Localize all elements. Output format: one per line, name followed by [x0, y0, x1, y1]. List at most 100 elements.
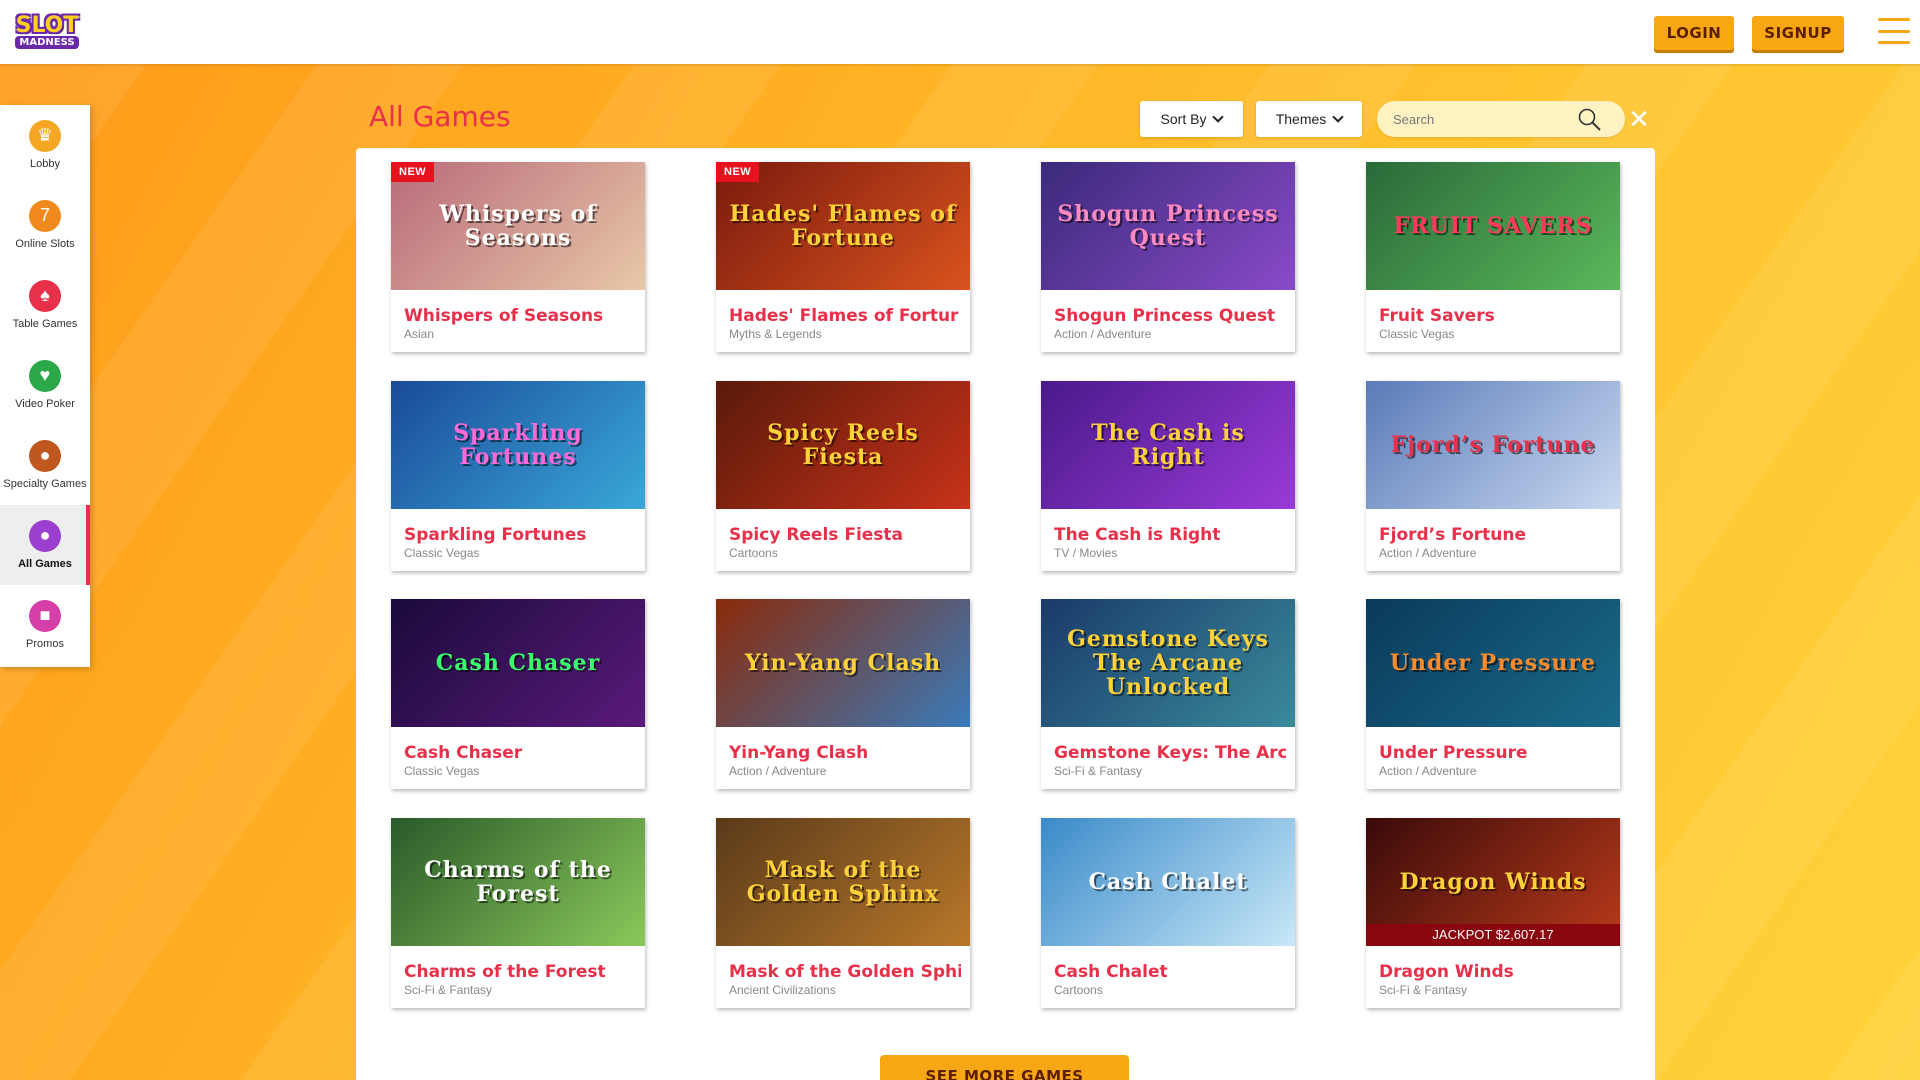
- game-title[interactable]: Whispers of Seasons: [404, 306, 636, 326]
- game-title[interactable]: Cash Chalet: [1054, 962, 1286, 982]
- sort-by-dropdown[interactable]: Sort By: [1140, 101, 1243, 137]
- game-thumbnail[interactable]: Fjord’s Fortune: [1366, 381, 1620, 509]
- bowl-icon: ●: [29, 439, 61, 472]
- game-card[interactable]: Cash Chaser Cash Chaser Classic Vegas: [391, 599, 645, 789]
- sidebar-item-label: Table Games: [12, 317, 78, 330]
- game-thumbnail[interactable]: Hades' Flames of Fortune NEW: [716, 162, 970, 290]
- game-title[interactable]: Charms of the Forest: [404, 962, 636, 982]
- game-card[interactable]: Charms of the Forest Charms of the Forest…: [391, 818, 645, 1008]
- game-card[interactable]: Hades' Flames of Fortune NEW Hades' Flames…: [716, 162, 970, 352]
- themes-label: Themes: [1275, 111, 1327, 127]
- game-category: Action / Adventure: [1379, 546, 1477, 560]
- game-card[interactable]: FRUIT SAVERS Fruit Savers Classic Vegas: [1366, 162, 1620, 352]
- game-card[interactable]: Cash Chalet Cash Chalet Cartoons: [1041, 818, 1295, 1008]
- game-thumbnail[interactable]: Gemstone Keys The Arcane Unlocked: [1041, 599, 1295, 727]
- game-category: Classic Vegas: [404, 546, 480, 560]
- game-card[interactable]: Fjord’s Fortune Fjord’s Fortune Action / A…: [1366, 381, 1620, 571]
- game-category: Classic Vegas: [1379, 327, 1455, 341]
- see-more-games-button[interactable]: SEE MORE GAMES: [880, 1055, 1129, 1080]
- game-thumbnail[interactable]: Spicy Reels Fiesta: [716, 381, 970, 509]
- playing-card-icon: ♥: [29, 359, 61, 392]
- sidebar-item-label: Promos: [26, 637, 64, 650]
- sidebar-item-video-poker[interactable]: ♥ Video Poker: [0, 345, 90, 425]
- sidebar-item-promos[interactable]: ■ Promos: [0, 585, 90, 665]
- game-thumbnail[interactable]: Yin-Yang Clash: [716, 599, 970, 727]
- game-card[interactable]: Spicy Reels Fiesta Spicy Reels Fiesta Cart…: [716, 381, 970, 571]
- game-category: Action / Adventure: [729, 764, 827, 778]
- game-title[interactable]: Gemstone Keys: The Arc: [1054, 743, 1286, 763]
- slot-machine-icon: 7: [29, 199, 61, 232]
- game-thumbnail-title: Charms of the Forest: [424, 857, 612, 907]
- sidebar-item-label: Lobby: [30, 157, 60, 170]
- game-title[interactable]: Under Pressure: [1379, 743, 1611, 763]
- sidebar-item-label: Video Poker: [15, 397, 75, 410]
- game-card[interactable]: Yin-Yang Clash Yin-Yang Clash Action / Adv…: [716, 599, 970, 789]
- game-card[interactable]: Dragon Winds JACKPOT $2,607.17 Dragon Wind…: [1366, 818, 1620, 1008]
- signup-button[interactable]: SIGNUP: [1752, 16, 1844, 50]
- close-icon[interactable]: ✕: [1628, 106, 1650, 132]
- game-thumbnail[interactable]: FRUIT SAVERS: [1366, 162, 1620, 290]
- game-title[interactable]: Shogun Princess Quest: [1054, 306, 1286, 326]
- sidebar-item-label: Specialty Games: [3, 477, 87, 490]
- game-card[interactable]: Shogun Princess Quest Shogun Princess Que…: [1041, 162, 1295, 352]
- gift-icon: ■: [29, 599, 61, 632]
- chevron-down-icon: [1212, 111, 1225, 123]
- sidebar-item-all-games[interactable]: ● All Games: [0, 505, 90, 585]
- sidebar-nav: ♛ Lobby 7 Online Slots ♠ Table Games ♥ Video Po…: [0, 105, 90, 667]
- sidebar-item-lobby[interactable]: ♛ Lobby: [0, 105, 90, 185]
- sidebar-item-online-slots[interactable]: 7 Online Slots: [0, 185, 90, 265]
- themes-dropdown[interactable]: Themes: [1256, 101, 1362, 137]
- game-thumbnail-title: Fjord’s Fortune: [1390, 432, 1596, 458]
- game-card[interactable]: Whispers of Seasons NEW Whispers of Season…: [391, 162, 645, 352]
- game-title[interactable]: Mask of the Golden Sphi: [729, 962, 961, 982]
- slot-madness-logo[interactable]: SLOT MADNESS: [12, 8, 82, 56]
- game-thumbnail[interactable]: Sparkling Fortunes: [391, 381, 645, 509]
- game-thumbnail[interactable]: Dragon Winds JACKPOT $2,607.17: [1366, 818, 1620, 946]
- game-card[interactable]: Under Pressure Under Pressure Action / Adv…: [1366, 599, 1620, 789]
- new-badge: NEW: [391, 162, 435, 182]
- game-title[interactable]: Hades' Flames of Fortur: [729, 306, 961, 326]
- game-card[interactable]: Mask of the Golden Sphinx Mask of the Gol…: [716, 818, 970, 1008]
- sidebar-item-table-games[interactable]: ♠ Table Games: [0, 265, 90, 345]
- game-thumbnail[interactable]: Cash Chalet: [1041, 818, 1295, 946]
- game-thumbnail[interactable]: Mask of the Golden Sphinx: [716, 818, 970, 946]
- game-title[interactable]: Yin-Yang Clash: [729, 743, 961, 763]
- game-title[interactable]: Fruit Savers: [1379, 306, 1611, 326]
- game-category: Ancient Civilizations: [729, 983, 836, 997]
- sort-by-label: Sort By: [1160, 111, 1207, 127]
- game-thumbnail-title: Gemstone Keys The Arcane Unlocked: [1067, 626, 1269, 700]
- hamburger-menu-icon[interactable]: [1878, 18, 1910, 44]
- games-panel: Whispers of Seasons NEW Whispers of Season…: [356, 148, 1655, 1080]
- game-thumbnail-title: Mask of the Golden Sphinx: [746, 857, 940, 907]
- sidebar-item-specialty-games[interactable]: ● Specialty Games: [0, 425, 90, 505]
- game-title[interactable]: Sparkling Fortunes: [404, 525, 636, 545]
- game-thumbnail-title: Spicy Reels Fiesta: [767, 420, 919, 470]
- login-button[interactable]: LOGIN: [1654, 16, 1734, 50]
- game-thumbnail[interactable]: Charms of the Forest: [391, 818, 645, 946]
- game-thumbnail[interactable]: Cash Chaser: [391, 599, 645, 727]
- game-card[interactable]: The Cash is Right The Cash is Right TV / M…: [1041, 381, 1295, 571]
- game-title[interactable]: Spicy Reels Fiesta: [729, 525, 961, 545]
- game-thumbnail-title: Whispers of Seasons: [439, 201, 597, 251]
- chevron-down-icon: [1332, 111, 1344, 123]
- search-icon[interactable]: [1577, 107, 1603, 133]
- logo-text-bottom: MADNESS: [15, 36, 79, 49]
- top-bar: SLOT MADNESS LOGIN SIGNUP: [0, 0, 1920, 64]
- game-thumbnail[interactable]: Whispers of Seasons NEW: [391, 162, 645, 290]
- page-title: All Games: [369, 100, 511, 133]
- game-title[interactable]: Fjord’s Fortune: [1379, 525, 1611, 545]
- game-thumbnail-title: FRUIT SAVERS: [1393, 213, 1593, 239]
- game-thumbnail[interactable]: The Cash is Right: [1041, 381, 1295, 509]
- game-card[interactable]: Gemstone Keys The Arcane Unlocked Gemston…: [1041, 599, 1295, 789]
- game-title[interactable]: The Cash is Right: [1054, 525, 1286, 545]
- game-thumbnail[interactable]: Shogun Princess Quest: [1041, 162, 1295, 290]
- game-thumbnail-title: Hades' Flames of Fortune: [729, 201, 957, 251]
- game-title[interactable]: Dragon Winds: [1379, 962, 1611, 982]
- game-card[interactable]: Sparkling Fortunes Sparkling Fortunes Clas…: [391, 381, 645, 571]
- game-title[interactable]: Cash Chaser: [404, 743, 636, 763]
- game-thumbnail[interactable]: Under Pressure: [1366, 599, 1620, 727]
- search-input[interactable]: [1393, 109, 1573, 129]
- game-thumbnail-title: Cash Chalet: [1088, 869, 1248, 895]
- game-category: Sci-Fi & Fantasy: [1054, 764, 1143, 778]
- game-thumbnail-title: Yin-Yang Clash: [744, 650, 942, 676]
